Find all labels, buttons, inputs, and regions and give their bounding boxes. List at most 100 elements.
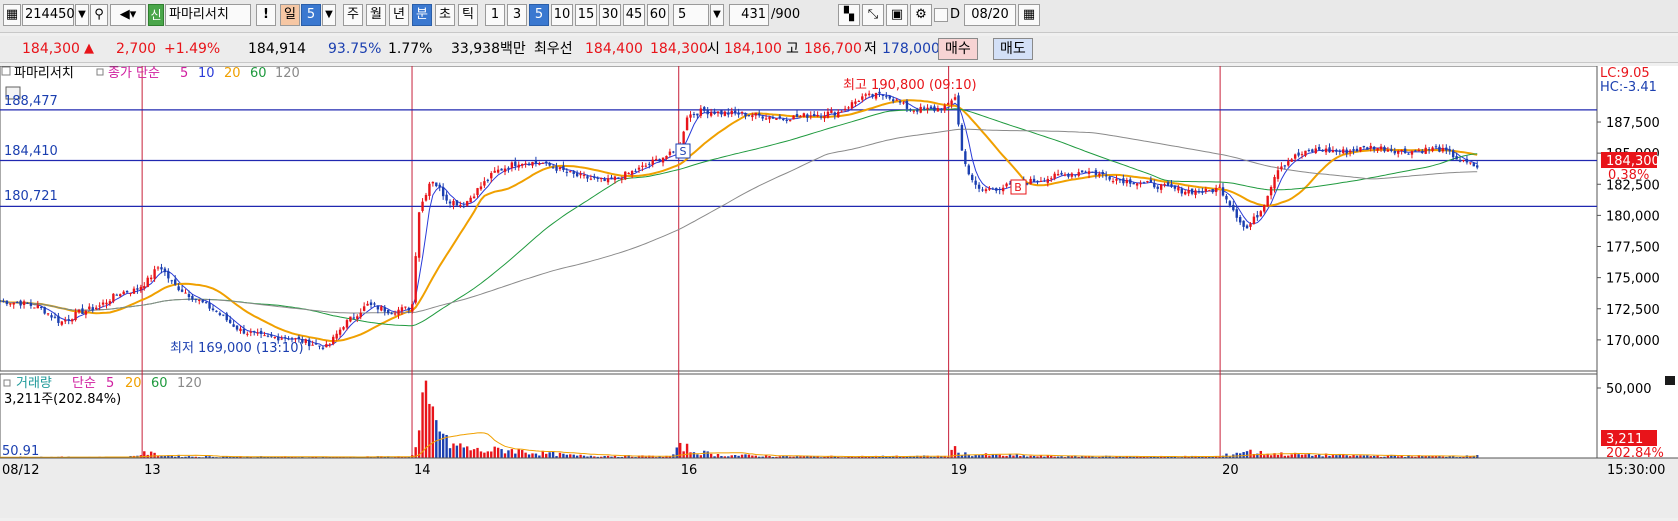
candle-body <box>1376 148 1378 151</box>
candle-body <box>995 188 997 191</box>
minute-45[interactable]: 45 <box>623 4 645 26</box>
candle-body <box>806 114 808 117</box>
candle-body <box>720 111 722 115</box>
day-dropdown-icon[interactable]: ▼ <box>322 4 336 26</box>
candle-body <box>236 326 238 330</box>
candle-body <box>68 319 70 320</box>
count-input[interactable]: 5 <box>673 4 709 26</box>
tab-tick[interactable]: 틱 <box>458 4 478 26</box>
candle-body <box>339 330 341 335</box>
code-dropdown-icon[interactable]: ▼ <box>75 4 89 26</box>
volume-legend-ma-120: 120 <box>177 376 202 391</box>
candle-body <box>1060 173 1062 175</box>
candle-body <box>641 166 643 167</box>
candle-body <box>1184 192 1186 195</box>
candle-body <box>95 308 97 309</box>
candle-body <box>1246 226 1248 229</box>
candle-body <box>54 317 56 318</box>
tab-minute[interactable]: 분 <box>412 4 432 26</box>
candle-body <box>109 301 111 304</box>
draw-line-icon[interactable]: ⤡ <box>862 4 884 26</box>
minute-10[interactable]: 10 <box>551 4 573 26</box>
candle-body <box>1311 149 1313 152</box>
candle-body <box>899 101 901 102</box>
tab-day[interactable]: 일 <box>280 4 300 26</box>
candle-body <box>387 310 389 313</box>
candle-body <box>476 188 478 195</box>
minute-30[interactable]: 30 <box>599 4 621 26</box>
volume-bar <box>490 452 492 458</box>
tab-week[interactable]: 주 <box>343 4 363 26</box>
candle-body <box>761 116 763 118</box>
layout-icon[interactable]: ▦ <box>3 4 21 26</box>
volume-bar <box>456 446 458 458</box>
candle-body <box>1335 150 1337 152</box>
candle-body <box>311 345 313 346</box>
current-price: 184,300 <box>22 39 80 59</box>
date-input[interactable]: 08/20 <box>964 4 1016 26</box>
volume-bar <box>706 451 708 458</box>
candle-body <box>250 332 252 333</box>
tab-month[interactable]: 월 <box>366 4 386 26</box>
legend-ma-5: 5 <box>180 66 188 81</box>
volume-bar <box>562 454 564 458</box>
calendar-icon[interactable]: ▦ <box>1018 4 1040 26</box>
candle-body <box>717 111 719 113</box>
volume-bar <box>511 449 513 458</box>
gear-icon[interactable]: ⚙ <box>910 4 932 26</box>
candle-body <box>177 286 179 290</box>
candle-body <box>40 307 42 308</box>
candle-body <box>803 113 805 117</box>
minute-1[interactable]: 1 <box>485 4 505 26</box>
candle-body <box>1321 150 1323 152</box>
search-icon[interactable]: ⚲ <box>90 4 108 26</box>
candle-body <box>1445 148 1447 151</box>
candle-body <box>521 164 523 166</box>
tab-year[interactable]: 년 <box>389 4 409 26</box>
minute-15[interactable]: 15 <box>575 4 597 26</box>
candle-body <box>1002 188 1004 191</box>
minute-60[interactable]: 60 <box>647 4 669 26</box>
volume-bar <box>452 443 454 458</box>
candle-body <box>466 201 468 206</box>
candle-body <box>1050 178 1052 179</box>
candle-body <box>277 337 279 341</box>
bars-shown-input[interactable]: 431 <box>729 4 769 26</box>
stock-code-input[interactable]: 214450 <box>22 4 74 26</box>
alert-button[interactable]: ! <box>256 4 276 26</box>
volume-panel-toggle-icon[interactable] <box>1665 376 1675 385</box>
candle-body <box>116 295 118 296</box>
minute-3[interactable]: 3 <box>507 4 527 26</box>
legend-title: 파마리서치 <box>14 66 74 81</box>
candle-body <box>1414 150 1416 151</box>
candle-body <box>497 170 499 173</box>
candle-body <box>1400 150 1402 151</box>
minute-5[interactable]: 5 <box>529 4 549 26</box>
candle-body <box>765 118 767 119</box>
day-count[interactable]: 5 <box>301 4 321 26</box>
candle-body <box>1229 201 1231 205</box>
candle-body <box>1359 147 1361 151</box>
candle-body <box>342 327 344 329</box>
time-axis-label: 16 <box>681 463 698 478</box>
settings-bars-icon[interactable]: ▚ <box>838 4 860 26</box>
candle-body <box>614 177 616 180</box>
candle-body <box>1150 180 1152 182</box>
volume-bar <box>435 420 437 458</box>
tab-second[interactable]: 초 <box>435 4 455 26</box>
sell-button[interactable]: 매도 <box>993 38 1033 60</box>
date-checkbox[interactable] <box>934 8 948 22</box>
sound-icon[interactable]: ◀▾ <box>110 4 146 26</box>
stock-name[interactable]: 파마리서치 <box>165 4 251 26</box>
candle-body <box>971 175 973 180</box>
candle-body <box>947 103 949 104</box>
volume-bar <box>569 454 571 458</box>
candle-body <box>631 171 633 175</box>
candle-body <box>978 185 980 189</box>
candle-body <box>645 166 647 167</box>
count-dropdown-icon[interactable]: ▼ <box>710 4 724 26</box>
candle-body <box>1201 191 1203 193</box>
save-icon[interactable]: ▣ <box>886 4 908 26</box>
volume-bar <box>676 447 678 458</box>
buy-button[interactable]: 매수 <box>938 38 978 60</box>
